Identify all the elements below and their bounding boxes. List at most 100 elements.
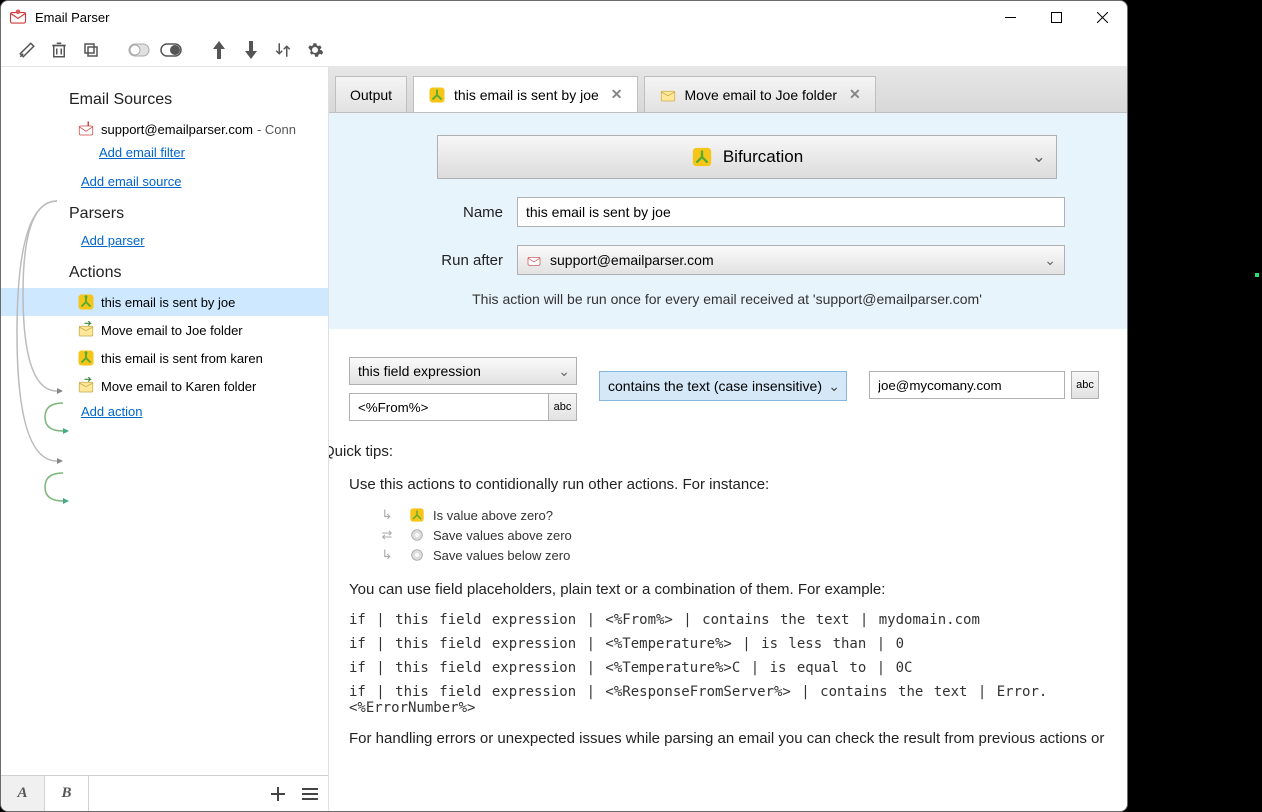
app-icon	[9, 8, 27, 26]
move-folder-icon	[77, 321, 95, 339]
bifurcation-icon	[77, 349, 95, 367]
code-line: if | this field expression | <%Temperatu…	[349, 636, 1107, 652]
tab-close-icon[interactable]: ✕	[611, 86, 623, 103]
action-label: this email is sent from karen	[101, 351, 263, 366]
scroll-area[interactable]: Bifurcation ⌄ Name Run after support@ema…	[329, 113, 1127, 811]
action-item-bifurcation-joe[interactable]: this email is sent by joe	[1, 288, 328, 316]
tips-p3: For handling errors or unexpected issues…	[349, 730, 1107, 747]
actions-heading: Actions	[1, 258, 328, 288]
add-action-link[interactable]: Add action	[81, 400, 142, 429]
field-mode-value: this field expression	[358, 363, 481, 379]
value-picker-button[interactable]: abc	[1071, 371, 1099, 399]
edit-icon[interactable]	[13, 36, 41, 64]
example-line: Save values above zero	[433, 528, 572, 543]
bottom-ab-tabs: A B	[1, 775, 328, 811]
tips-example: ↳Is value above zero? ⇄Save values above…	[373, 507, 1107, 563]
delete-icon[interactable]	[45, 36, 73, 64]
chevron-down-icon: ⌄	[558, 363, 570, 380]
email-source-status: - Conn	[257, 122, 296, 137]
chevron-down-icon: ⌄	[1032, 147, 1046, 167]
tab-label: Output	[350, 87, 392, 103]
move-folder-icon	[659, 86, 677, 104]
sidebar: Email Sources support@emailparser.com - …	[1, 67, 329, 811]
action-label: Move email to Joe folder	[101, 323, 243, 338]
action-label: this email is sent by joe	[101, 295, 235, 310]
app-window: Email Parser Email Sources support@email…	[0, 0, 1128, 812]
gear-icon[interactable]	[301, 36, 329, 64]
run-after-note: This action will be run once for every e…	[447, 291, 1007, 307]
gear-icon	[409, 547, 425, 563]
add-email-source-link[interactable]: Add email source	[81, 170, 181, 199]
copy-icon[interactable]	[77, 36, 105, 64]
condition-panel: this field expression ⌄ abc contains the…	[329, 329, 1127, 431]
action-item-move-karen[interactable]: Move email to Karen folder	[1, 372, 328, 400]
tabs-row: Output this email is sent by joe ✕ Move …	[329, 67, 1127, 113]
run-after-dropdown[interactable]: support@emailparser.com ⌄	[517, 245, 1065, 275]
chevron-down-icon: ⌄	[828, 378, 840, 395]
run-after-label: Run after	[367, 252, 517, 269]
operator-value: contains the text (case insensitive)	[608, 378, 822, 394]
field-picker-button[interactable]: abc	[549, 393, 577, 421]
maximize-button[interactable]	[1033, 2, 1079, 32]
top-panel: Bifurcation ⌄ Name Run after support@ema…	[329, 113, 1127, 329]
bifurcation-icon	[691, 146, 713, 168]
action-type-label: Bifurcation	[723, 147, 803, 167]
minimize-button[interactable]	[987, 2, 1033, 32]
bifurcation-icon	[428, 86, 446, 104]
email-sources-heading: Email Sources	[1, 85, 328, 115]
field-mode-dropdown[interactable]: this field expression ⌄	[349, 357, 577, 385]
code-line: if | this field expression | <%From%> | …	[349, 612, 1107, 628]
indicator-dot	[1255, 273, 1259, 277]
example-line: Save values below zero	[433, 548, 570, 563]
mailbox-icon	[77, 120, 95, 138]
tips-p1: Use this actions to contidionally run ot…	[349, 476, 1107, 493]
titlebar: Email Parser	[1, 1, 1127, 33]
tab-close-icon[interactable]: ✕	[849, 86, 861, 103]
quick-tips: Quick tips: Use this actions to contidio…	[329, 431, 1127, 781]
compare-value-input[interactable]	[869, 371, 1065, 399]
tab-output[interactable]: Output	[335, 76, 407, 112]
toggle-on-icon[interactable]	[157, 36, 185, 64]
tab-a[interactable]: A	[1, 776, 45, 811]
close-button[interactable]	[1079, 2, 1125, 32]
add-parser-link[interactable]: Add parser	[81, 229, 145, 258]
email-source-item[interactable]: support@emailparser.com - Conn	[1, 115, 328, 143]
name-input[interactable]	[517, 197, 1065, 227]
add-tab-icon[interactable]	[264, 780, 292, 808]
toggle-off-icon[interactable]	[125, 36, 153, 64]
move-folder-icon	[77, 377, 95, 395]
name-label: Name	[367, 204, 517, 221]
chevron-down-icon: ⌄	[1044, 252, 1056, 269]
mailbox-icon	[526, 252, 542, 268]
parsers-heading: Parsers	[1, 199, 328, 229]
email-source-label: support@emailparser.com	[101, 122, 253, 137]
window-title: Email Parser	[35, 10, 987, 25]
sort-icon[interactable]	[269, 36, 297, 64]
tab-label: Move email to Joe folder	[685, 87, 838, 103]
bifurcation-icon	[77, 293, 95, 311]
tab-label: this email is sent by joe	[454, 87, 599, 103]
arrow-up-icon[interactable]	[205, 36, 233, 64]
example-line: Is value above zero?	[433, 508, 553, 523]
tab-move-joe[interactable]: Move email to Joe folder ✕	[644, 76, 876, 112]
tab-b[interactable]: B	[45, 776, 89, 811]
arrow-down-icon[interactable]	[237, 36, 265, 64]
bifurcation-icon	[409, 507, 425, 523]
action-item-move-joe[interactable]: Move email to Joe folder	[1, 316, 328, 344]
run-after-value: support@emailparser.com	[550, 252, 714, 268]
toolbar	[1, 33, 1127, 67]
action-type-dropdown[interactable]: Bifurcation ⌄	[437, 135, 1057, 179]
field-expression-input[interactable]	[349, 393, 549, 421]
add-email-filter-link[interactable]: Add email filter	[99, 143, 185, 170]
main: Output this email is sent by joe ✕ Move …	[329, 67, 1127, 811]
menu-icon[interactable]	[296, 780, 324, 808]
action-label: Move email to Karen folder	[101, 379, 256, 394]
tree: Email Sources support@emailparser.com - …	[1, 67, 328, 775]
tab-bifurcation-joe[interactable]: this email is sent by joe ✕	[413, 76, 637, 112]
action-item-bifurcation-karen[interactable]: this email is sent from karen	[1, 344, 328, 372]
quick-tips-heading: Quick tips:	[329, 443, 1107, 460]
code-line: if | this field expression | <%ResponseF…	[349, 684, 1107, 716]
gear-icon	[409, 527, 425, 543]
operator-dropdown[interactable]: contains the text (case insensitive) ⌄	[599, 371, 847, 401]
code-line: if | this field expression | <%Temperatu…	[349, 660, 1107, 676]
